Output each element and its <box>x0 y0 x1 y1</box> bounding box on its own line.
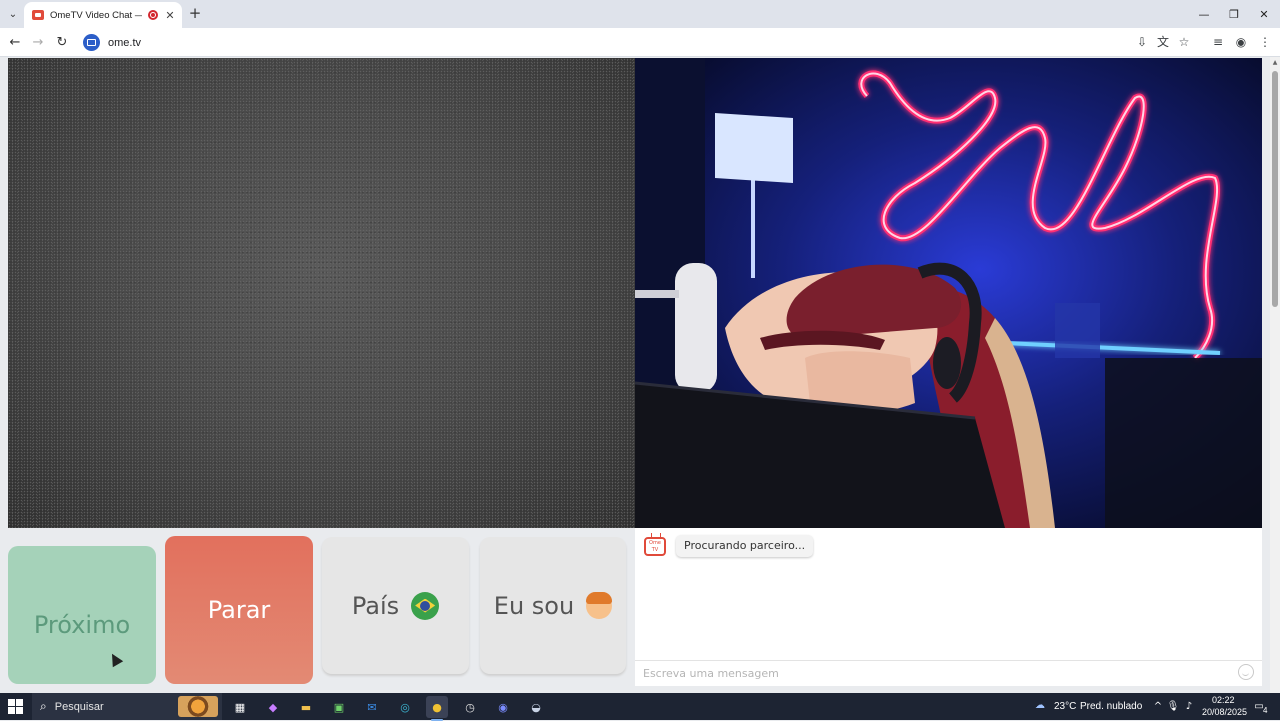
ometv-page: Próximo Parar País Eu sou Ome TV Procura… <box>0 57 1270 693</box>
microphone-icon[interactable]: 🎙 <box>1166 700 1180 714</box>
weather-icon[interactable]: ☁ <box>1033 699 1047 713</box>
discord-icon[interactable]: ◉ <box>492 696 514 718</box>
gender-button-label: Eu sou <box>493 591 575 620</box>
ometv-logo-icon: Ome TV <box>644 537 666 556</box>
ometv-favicon-icon <box>32 10 44 20</box>
video-static-noise <box>8 58 635 528</box>
task-view-icon[interactable]: ▦ <box>229 696 251 718</box>
stop-button[interactable]: Parar <box>165 536 313 684</box>
emoji-picker-icon[interactable] <box>1238 664 1254 680</box>
chat-panel: Ome TV Procurando parceiro... <box>635 528 1262 686</box>
stop-button-label: Parar <box>207 596 271 624</box>
page-scrollbar[interactable]: ▲ <box>1270 57 1280 693</box>
windows-start-icon[interactable] <box>8 699 23 714</box>
next-button[interactable]: Próximo <box>8 546 156 684</box>
windows-taskbar: ⌕ Pesquisar ▦ ◆ ▬ ▣ ✉ ◎ ● ◷ ◉ ◒ ☁ 23°C P… <box>0 693 1280 721</box>
recording-indicator-icon <box>148 10 158 20</box>
copilot-icon[interactable]: ◆ <box>262 696 284 718</box>
brazil-flag-icon <box>411 591 440 620</box>
volume-icon[interactable]: ♪ <box>1182 700 1196 714</box>
minimize-window-button[interactable]: — <box>1188 0 1220 28</box>
notifications-count: 4 <box>1263 706 1268 715</box>
search-highlight-icon <box>178 696 218 717</box>
browser-tab-strip: ⌄ OmeTV Video Chat — Ome ✕ + — ❐ ✕ <box>0 0 1280 28</box>
boy-emoji-icon <box>586 591 613 619</box>
browser-tab-ometv[interactable]: OmeTV Video Chat — Ome ✕ <box>24 2 182 28</box>
restore-window-button[interactable]: ❐ <box>1218 0 1250 28</box>
show-hidden-icons-icon[interactable]: ^ <box>1151 700 1165 714</box>
edge-icon[interactable]: ◎ <box>394 696 416 718</box>
clock-date[interactable]: 20/08/2025 <box>1202 707 1247 717</box>
browser-menu-icon[interactable]: ⋮ <box>1257 34 1273 50</box>
tab-close-icon[interactable]: ✕ <box>164 9 176 22</box>
reload-button[interactable]: ↻ <box>52 33 72 53</box>
scroll-up-icon[interactable]: ▲ <box>1271 59 1279 67</box>
clock-app-icon[interactable]: ◷ <box>459 696 481 718</box>
weather-temperature[interactable]: 23°C <box>1054 701 1076 712</box>
url-text: ome.tv <box>108 36 142 49</box>
close-window-button[interactable]: ✕ <box>1248 0 1280 28</box>
bookmark-star-icon[interactable]: ☆ <box>1176 34 1192 50</box>
back-button[interactable]: ← <box>5 33 25 53</box>
pinned-app-icon[interactable]: ◒ <box>525 696 547 718</box>
site-info-icon[interactable] <box>83 34 100 51</box>
install-app-icon[interactable]: ⇩ <box>1134 34 1150 50</box>
file-explorer-icon[interactable]: ▬ <box>295 696 317 718</box>
search-icon: ⌕ <box>40 699 47 713</box>
tab-title: OmeTV Video Chat — Ome <box>50 9 142 21</box>
country-button-label: País <box>351 591 400 620</box>
self-camera-video <box>635 58 1262 528</box>
forward-button[interactable]: → <box>28 33 48 53</box>
taskbar-search-label: Pesquisar <box>54 700 104 713</box>
self-camera-scene <box>635 58 1262 528</box>
media-controls-icon[interactable]: ≡ <box>1210 34 1226 50</box>
gender-button[interactable]: Eu sou <box>480 537 626 674</box>
taskbar-search-box[interactable]: ⌕ Pesquisar <box>32 693 222 720</box>
scrollbar-thumb[interactable] <box>1272 71 1278 307</box>
weather-description[interactable]: Pred. nublado <box>1080 701 1142 712</box>
profile-icon[interactable]: ◉ <box>1233 34 1249 50</box>
next-button-label: Próximo <box>33 611 131 639</box>
translate-icon[interactable]: 文 <box>1155 34 1171 50</box>
new-tab-button[interactable]: + <box>186 4 204 22</box>
address-bar[interactable]: ome.tv <box>80 31 1200 54</box>
clock-time[interactable]: 02:22 <box>1212 695 1235 705</box>
browser-toolbar: ← → ↻ ome.tv ⇩ 文 ☆ ≡ ◉ ⋮ <box>0 28 1280 57</box>
tab-search-dropdown-icon[interactable]: ⌄ <box>4 5 22 23</box>
chat-status-message: Procurando parceiro... <box>676 535 814 557</box>
partner-video <box>8 58 635 528</box>
outlook-icon[interactable]: ✉ <box>361 696 383 718</box>
chrome-icon[interactable]: ● <box>426 696 448 721</box>
chat-message-input[interactable] <box>635 661 1235 686</box>
country-button[interactable]: País <box>322 537 469 674</box>
microsoft-store-icon[interactable]: ▣ <box>328 696 350 718</box>
